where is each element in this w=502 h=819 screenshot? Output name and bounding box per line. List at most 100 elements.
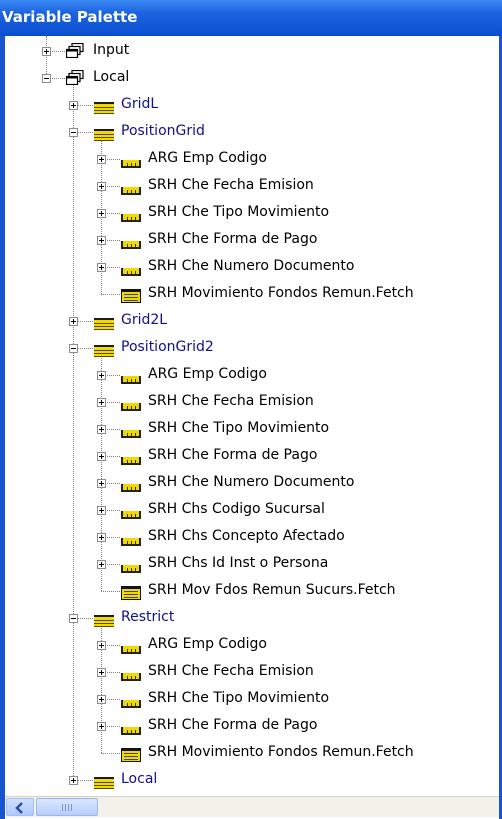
tree-item[interactable]: SRH Che Forma de Pago: [5, 442, 499, 469]
tree-item-label: SRH Che Numero Documento: [148, 474, 355, 490]
expand-icon[interactable]: [97, 398, 106, 407]
tree-item[interactable]: SRH Chs Codigo Sucursal: [5, 496, 499, 523]
field-variable-icon: [121, 639, 141, 658]
expand-icon[interactable]: [97, 668, 106, 677]
tree-item[interactable]: GridL: [5, 91, 499, 118]
tree-item[interactable]: PositionGrid2: [5, 334, 499, 361]
field-variable-icon: [121, 180, 141, 199]
field-variable-icon: [121, 207, 141, 226]
tree-item[interactable]: SRH Che Tipo Movimiento: [5, 199, 499, 226]
expand-icon[interactable]: [97, 641, 106, 650]
expand-icon[interactable]: [97, 695, 106, 704]
field-variable-icon: [121, 558, 141, 577]
field-variable-icon: [121, 720, 141, 739]
field-variable-icon: [121, 369, 141, 388]
expand-icon[interactable]: [97, 533, 106, 542]
tree-item[interactable]: Restrict: [5, 604, 499, 631]
expand-icon[interactable]: [97, 182, 106, 191]
expand-icon[interactable]: [97, 506, 106, 515]
scroll-thumb[interactable]: [36, 798, 98, 816]
field-variable-icon: [121, 531, 141, 550]
expand-icon[interactable]: [97, 560, 106, 569]
tree-item[interactable]: PositionGrid: [5, 118, 499, 145]
tree-item-label: SRH Chs Id Inst o Persona: [148, 555, 329, 571]
tree-item[interactable]: SRH Che Tipo Movimiento: [5, 415, 499, 442]
tree-item-label: ARG Emp Codigo: [148, 636, 267, 652]
tree-item-label: PositionGrid: [121, 123, 205, 139]
grid-variable-icon: [94, 315, 114, 334]
grid-variable-icon: [94, 99, 114, 118]
tree-item-label: SRH Che Forma de Pago: [148, 447, 318, 463]
title-bar[interactable]: Variable Palette: [0, 0, 502, 36]
expand-icon[interactable]: [97, 479, 106, 488]
collapse-icon[interactable]: [69, 344, 78, 353]
tree-item-label: SRH Chs Codigo Sucursal: [148, 501, 325, 517]
scroll-left-arrow-icon: [15, 802, 23, 814]
field-variable-icon: [121, 423, 141, 442]
expand-icon[interactable]: [97, 263, 106, 272]
grid-variable-icon: [94, 612, 114, 631]
horizontal-scrollbar[interactable]: [5, 796, 499, 817]
object-stack-icon: [65, 42, 84, 62]
tree-item[interactable]: SRH Che Fecha Emision: [5, 388, 499, 415]
collapse-icon[interactable]: [69, 128, 78, 137]
tree-item[interactable]: SRH Che Numero Documento: [5, 469, 499, 496]
tree-item-label: Input: [93, 42, 130, 58]
tree-item[interactable]: Input: [5, 37, 499, 64]
expand-icon[interactable]: [97, 236, 106, 245]
expand-icon[interactable]: [97, 155, 106, 164]
field-variable-icon: [121, 396, 141, 415]
tree-item[interactable]: SRH Che Forma de Pago: [5, 712, 499, 739]
expand-icon[interactable]: [97, 425, 106, 434]
field-variable-icon: [121, 261, 141, 280]
tree-item[interactable]: ARG Emp Codigo: [5, 145, 499, 172]
tree-item[interactable]: SRH Movimiento Fondos Remun.Fetch: [5, 280, 499, 307]
tree-item-label: SRH Che Forma de Pago: [148, 717, 318, 733]
grid-variable-icon: [94, 774, 114, 793]
tree-item[interactable]: SRH Movimiento Fondos Remun.Fetch: [5, 739, 499, 766]
tree-item-label: ARG Emp Codigo: [148, 150, 267, 166]
tree-item-label: SRH Movimiento Fondos Remun.Fetch: [148, 744, 414, 760]
tree-item-label: SRH Che Numero Documento: [148, 258, 355, 274]
tree-item[interactable]: SRH Che Fecha Emision: [5, 658, 499, 685]
expand-icon[interactable]: [69, 101, 78, 110]
field-variable-icon: [121, 693, 141, 712]
scroll-left-button[interactable]: [6, 798, 34, 816]
expand-icon[interactable]: [97, 722, 106, 731]
tree-item[interactable]: SRH Che Tipo Movimiento: [5, 685, 499, 712]
collapse-icon[interactable]: [69, 614, 78, 623]
expand-icon[interactable]: [97, 209, 106, 218]
tree-item-label: Restrict: [121, 609, 175, 625]
variable-tree[interactable]: Input Local GridL PositionGrid ARG Emp Codig…: [5, 36, 499, 796]
tree-item-label: Local: [93, 69, 130, 85]
field-variable-icon: [121, 477, 141, 496]
expand-icon[interactable]: [97, 452, 106, 461]
tree-item[interactable]: SRH Chs Id Inst o Persona: [5, 550, 499, 577]
fetch-table-icon: [121, 288, 141, 307]
expand-icon[interactable]: [42, 47, 51, 56]
expand-icon[interactable]: [69, 776, 78, 785]
expand-icon[interactable]: [97, 371, 106, 380]
tree-item[interactable]: Grid2L: [5, 307, 499, 334]
tree-item-label: GridL: [121, 96, 159, 112]
tree-item[interactable]: SRH Chs Concepto Afectado: [5, 523, 499, 550]
tree-item[interactable]: SRH Che Numero Documento: [5, 253, 499, 280]
variable-palette-window: Variable Palette Input Local GridL Position…: [0, 0, 502, 819]
collapse-icon[interactable]: [42, 74, 51, 83]
tree-item-label: SRH Che Fecha Emision: [148, 177, 314, 193]
tree-item[interactable]: ARG Emp Codigo: [5, 361, 499, 388]
tree-item[interactable]: Local: [5, 766, 499, 793]
field-variable-icon: [121, 504, 141, 523]
tree-item[interactable]: SRH Mov Fdos Remun Sucurs.Fetch: [5, 577, 499, 604]
tree-connector-line: [101, 294, 120, 295]
tree-item[interactable]: SRH Che Fecha Emision: [5, 172, 499, 199]
tree-item-label: SRH Che Forma de Pago: [148, 231, 318, 247]
tree-item[interactable]: Local: [5, 64, 499, 91]
field-variable-icon: [121, 234, 141, 253]
tree-item-label: SRH Che Fecha Emision: [148, 663, 314, 679]
tree-item-label: SRH Mov Fdos Remun Sucurs.Fetch: [148, 582, 396, 598]
tree-item[interactable]: ARG Emp Codigo: [5, 631, 499, 658]
tree-item-label: SRH Che Tipo Movimiento: [148, 420, 330, 436]
expand-icon[interactable]: [69, 317, 78, 326]
tree-item[interactable]: SRH Che Forma de Pago: [5, 226, 499, 253]
